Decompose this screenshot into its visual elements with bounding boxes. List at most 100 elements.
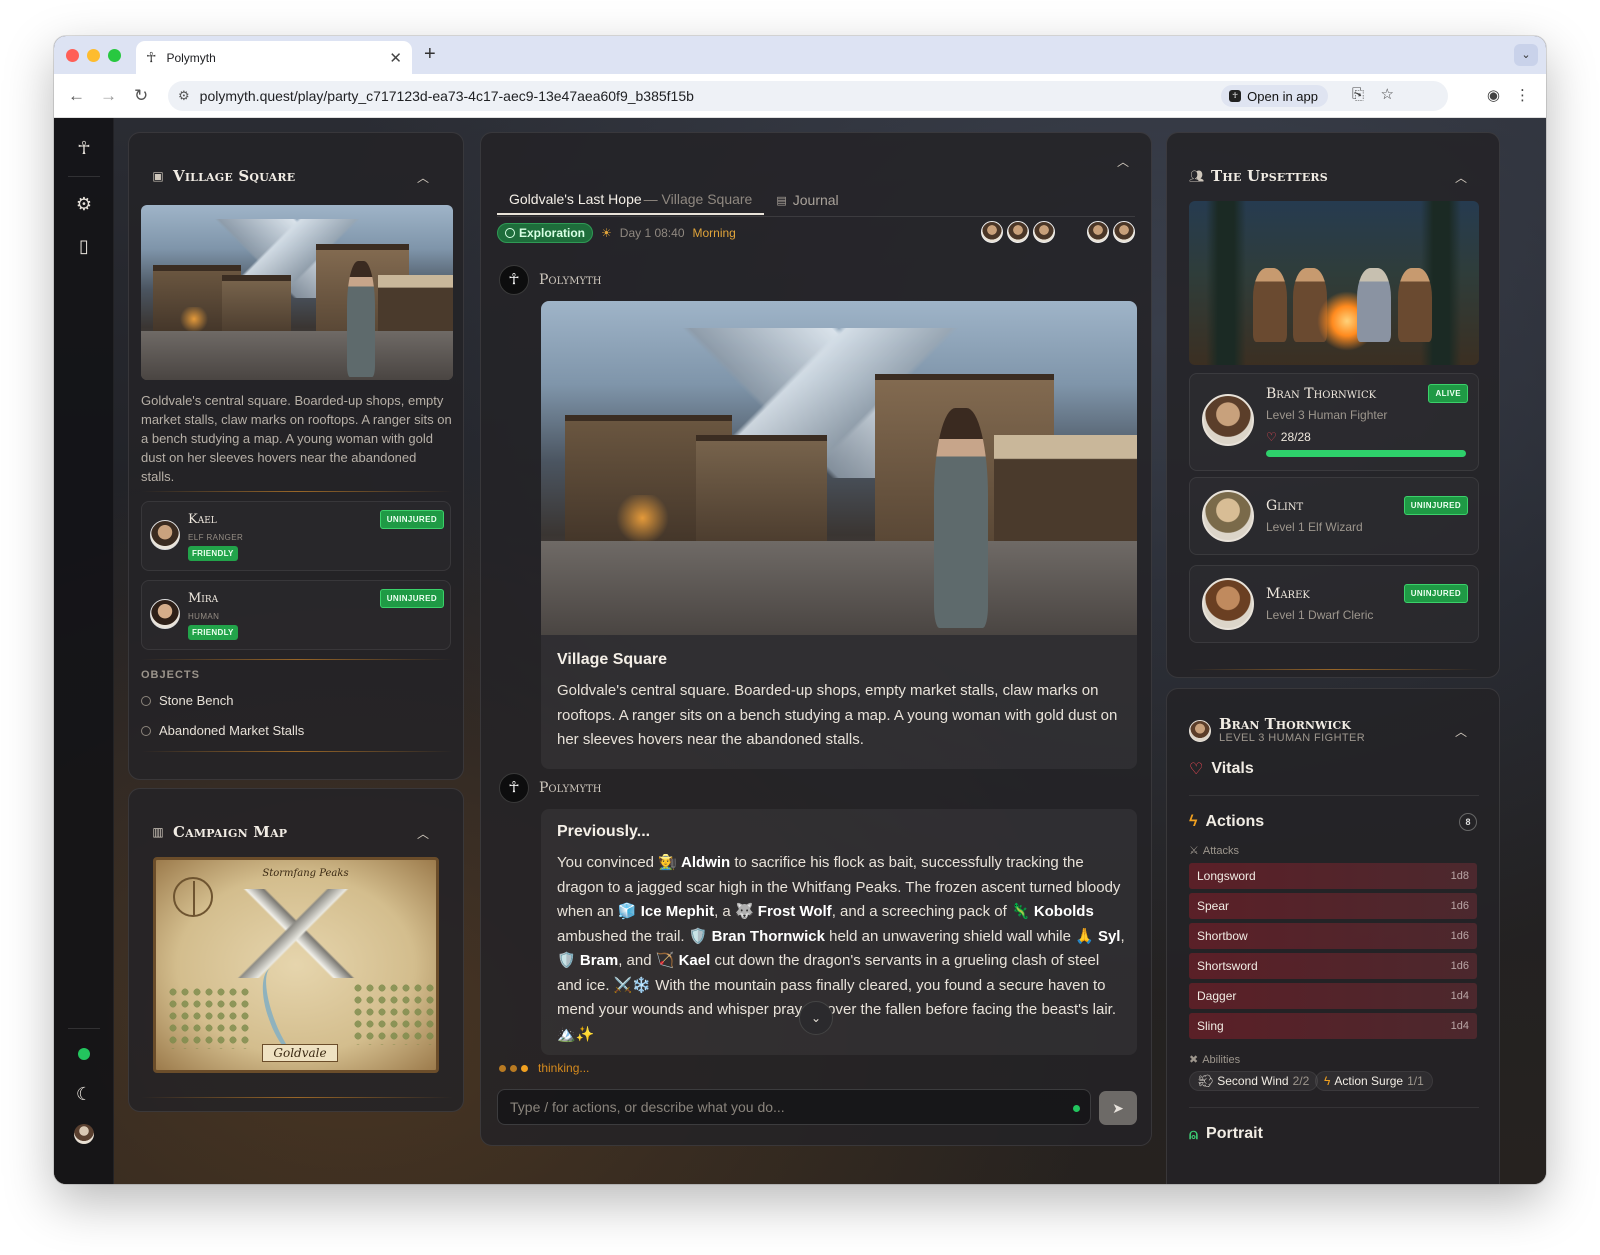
send-button[interactable]: ➤ (1099, 1091, 1137, 1125)
actions-section[interactable]: ϟ Actions (1189, 813, 1264, 831)
npc-avatar[interactable] (1087, 221, 1109, 243)
attack-row[interactable]: Dagger 1d4 (1189, 983, 1477, 1009)
compass-icon (505, 228, 515, 238)
character-class: Level 3 Human Fighter (1266, 408, 1388, 422)
new-tab-button[interactable]: + (424, 43, 436, 66)
collapse-chevron-icon[interactable]: ︿ (1455, 169, 1467, 186)
sunrise-icon: ☀ (601, 226, 612, 240)
collapse-chevron-icon[interactable]: ︿ (1117, 153, 1129, 170)
object-item[interactable]: Stone Bench (141, 693, 233, 708)
abilities-label: ✖ Abilities (1189, 1053, 1241, 1067)
mode-badge: Exploration (497, 223, 594, 243)
vitals-section[interactable]: ♡ Vitals (1189, 759, 1254, 779)
tab-search-icon[interactable]: ⌄ (1514, 44, 1538, 66)
open-in-app-button[interactable]: ☥ Open in app (1221, 85, 1328, 107)
attack-row[interactable]: Spear 1d6 (1189, 893, 1477, 919)
monster-mention: Frost Wolf (757, 903, 832, 920)
party-member-card[interactable]: Marek Level 1 Dwarf Cleric UNINJURED (1189, 565, 1479, 643)
party-member-card[interactable]: Bran Thornwick Level 3 Human Fighter ♡ 2… (1189, 373, 1479, 471)
attack-row[interactable]: Sling 1d4 (1189, 1013, 1477, 1039)
tab-journal-label: Journal (792, 192, 839, 208)
npc-mention: Aldwin (681, 854, 731, 871)
map-panel-header: ▥ Campaign Map (151, 823, 287, 841)
campaign-map-image[interactable]: Stormfang Peaks Goldvale (153, 857, 439, 1073)
npc-name: Mira (188, 591, 219, 606)
tab-journal[interactable]: ▤ Journal (764, 185, 850, 215)
browser-tab-bar: ☥ Polymyth ✕ + ⌄ (54, 36, 1546, 74)
actions-label: Actions (1205, 813, 1265, 830)
journal-icon: ▤ (776, 194, 787, 207)
status-badge: ALIVE (1428, 384, 1468, 403)
party-avatar[interactable] (981, 221, 1003, 243)
image-icon: ▣ (152, 169, 164, 183)
profile-icon[interactable]: ◉ (1487, 86, 1500, 104)
object-label: Abandoned Market Stalls (159, 723, 305, 738)
npc-avatar[interactable] (1113, 221, 1135, 243)
mode-label: Exploration (519, 226, 586, 240)
game-clock: Day 1 08:40 (619, 226, 685, 240)
attack-row[interactable]: Longsword 1d8 (1189, 863, 1477, 889)
ability-chip[interactable]: ϟ Action Surge 1/1 (1315, 1071, 1433, 1091)
message-title: Village Square (557, 651, 667, 668)
party-image[interactable] (1189, 201, 1479, 365)
attack-row[interactable]: Shortbow 1d6 (1189, 923, 1477, 949)
character-class: Level 1 Elf Wizard (1266, 520, 1363, 534)
bookmark-star-icon[interactable]: ☆ (1381, 85, 1394, 103)
npc-card-mira[interactable]: Mira HUMAN FRIENDLY UNINJURED (141, 580, 451, 650)
mobile-device-icon[interactable]: ▯ (72, 234, 96, 258)
tab-title: Polymyth (166, 50, 216, 65)
collapse-chevron-icon[interactable]: ︿ (417, 825, 429, 842)
npc-card-kael[interactable]: Kael ELF RANGER FRIENDLY UNINJURED (141, 501, 451, 571)
collapse-chevron-icon[interactable]: ︿ (1455, 723, 1467, 740)
abilities-row: 💨︎ Second Wind 2/2 ϟ Action Surge 1/1 (1189, 1071, 1479, 1091)
close-tab-icon[interactable]: ✕ (389, 49, 402, 67)
message-scene-image[interactable] (541, 301, 1137, 635)
forward-arrow-icon[interactable]: → (100, 86, 117, 106)
browser-menu-icon[interactable]: ⋮ (1515, 86, 1530, 104)
action-input[interactable]: Type / for actions, or describe what you… (497, 1089, 1091, 1125)
reload-icon[interactable]: ↻ (134, 86, 148, 106)
app-root: ☥ ⚙ ▯ ☾ ▣ Village Square ︿ Goldvale's ce… (54, 118, 1546, 1184)
heart-icon: ♡ (1189, 761, 1204, 778)
polymyth-logo-icon[interactable]: ☥ (72, 136, 96, 160)
character-name: Glint (1266, 498, 1304, 514)
party-avatar[interactable] (1007, 221, 1029, 243)
tab-adventure[interactable]: Goldvale's Last Hope — Village Square (497, 185, 765, 215)
open-in-app-label: Open in app (1247, 88, 1318, 104)
maximize-window-button[interactable] (108, 49, 121, 62)
portrait-section[interactable]: ⍝ Portrait (1189, 1125, 1263, 1143)
party-panel-header: 👥︎ The Upsetters (1189, 167, 1328, 185)
attack-row[interactable]: Shortsword 1d6 (1189, 953, 1477, 979)
browser-tab[interactable]: ☥ Polymyth ✕ (136, 41, 412, 74)
dark-mode-moon-icon[interactable]: ☾ (72, 1082, 96, 1106)
ability-name: Second Wind (1217, 1074, 1289, 1088)
monster-mention: Kobolds (1033, 903, 1094, 920)
character-class: Level 1 Dwarf Cleric (1266, 608, 1374, 622)
site-info-icon[interactable]: ⚙ (178, 88, 190, 104)
message-header: ☥ Polymyth (499, 773, 601, 803)
close-window-button[interactable] (66, 49, 79, 62)
collapse-chevron-icon[interactable]: ︿ (417, 169, 429, 186)
ability-chip[interactable]: 💨︎ Second Wind 2/2 (1189, 1071, 1319, 1091)
user-icon: ⍝ (1189, 1125, 1199, 1143)
user-avatar[interactable] (74, 1124, 94, 1144)
message-author: Polymyth (539, 780, 602, 796)
install-icon[interactable]: ⎘ (1352, 86, 1364, 103)
narrator-avatar-icon: ☥ (499, 773, 529, 803)
party-panel: 👥︎ The Upsetters ︿ Bran Thornwick Level … (1166, 132, 1500, 678)
message-author: Polymyth (539, 272, 602, 288)
back-arrow-icon[interactable]: ← (68, 86, 85, 106)
game-status-row: Exploration ☀ Day 1 08:40 Morning (497, 223, 736, 243)
party-member-card[interactable]: Glint Level 1 Elf Wizard UNINJURED (1189, 477, 1479, 555)
attack-die: 1d4 (1450, 1020, 1469, 1032)
minimize-window-button[interactable] (87, 49, 100, 62)
npc-name: Kael (188, 512, 217, 527)
time-of-day: Morning (692, 226, 736, 240)
character-mention: Bram (579, 952, 619, 969)
friendly-badge: FRIENDLY (188, 546, 238, 561)
url-bar[interactable]: ⚙ polymyth.quest/play/party_c717123d-ea7… (168, 81, 1448, 111)
object-item[interactable]: Abandoned Market Stalls (141, 723, 304, 738)
settings-gear-icon[interactable]: ⚙ (72, 192, 96, 216)
party-avatar[interactable] (1033, 221, 1055, 243)
scroll-to-bottom-button[interactable]: ⌄ (799, 1001, 833, 1035)
